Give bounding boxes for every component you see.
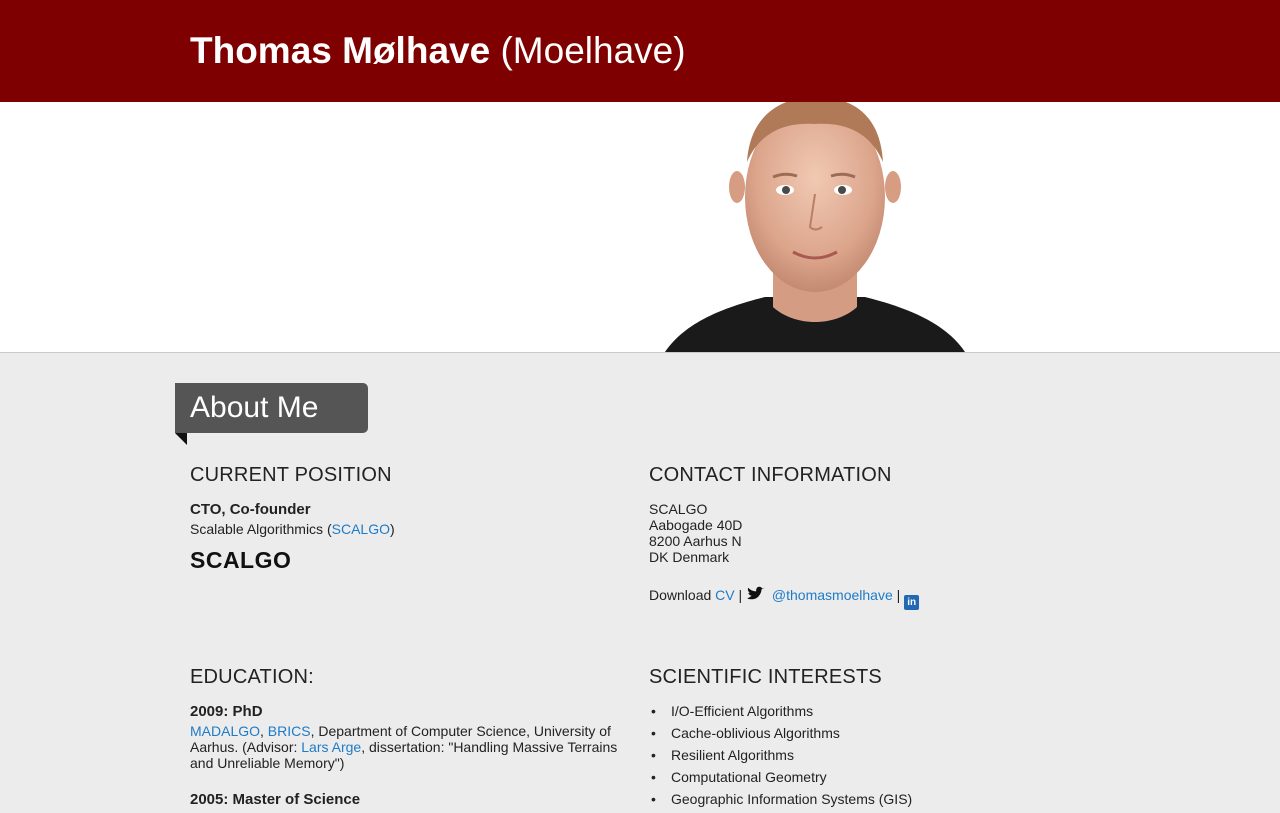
download-label: Download [649, 587, 712, 603]
hero-banner [0, 102, 1280, 353]
list-item: Computational Geometry [649, 769, 1079, 791]
education-list: 2009: PhD MADALGO, BRICS, Department of … [190, 703, 620, 809]
org-suffix: ) [389, 521, 395, 537]
about-tab-fold [175, 433, 187, 445]
contact-links: Download CV | @thomasmoelhave | in [649, 586, 1079, 610]
position-org: Scalable Algorithmics (SCALGO) [190, 521, 620, 537]
current-position-heading: CURRENT POSITION [190, 464, 392, 486]
education-title: 2005: Master of Science [190, 791, 361, 808]
contact-address: SCALGO Aabogade 40D 8200 Aarhus N DK Den… [649, 501, 1079, 565]
list-item: Geographic Information Systems (GIS) [649, 791, 1079, 813]
brics-link[interactable]: BRICS [268, 723, 311, 739]
page-title: Thomas Mølhave (Moelhave) [190, 30, 686, 72]
twitter-link[interactable]: @thomasmoelhave [772, 587, 893, 603]
address-line: 8200 Aarhus N [649, 533, 742, 549]
list-item: I/O-Efficient Algorithms [649, 703, 1079, 725]
name-alternate: (Moelhave) [500, 30, 686, 71]
scalgo-logo-text: SCALGO [190, 547, 292, 573]
interests-block: I/O-Efficient Algorithms Cache-oblivious… [649, 703, 1079, 813]
cv-link[interactable]: CV [715, 587, 734, 603]
interests-heading: SCIENTIFIC INTERESTS [649, 666, 882, 688]
about-me-label: About Me [190, 391, 319, 424]
list-item: Cache-oblivious Algorithms [649, 725, 1079, 747]
comma: , [260, 723, 264, 739]
scalgo-link[interactable]: SCALGO [332, 521, 390, 537]
linkedin-icon[interactable]: in [904, 595, 920, 610]
current-position-block: CTO, Co-founder Scalable Algorithmics (S… [190, 501, 620, 537]
site-header: Thomas Mølhave (Moelhave) [0, 0, 1280, 102]
separator: | [738, 587, 743, 603]
twitter-icon[interactable] [746, 586, 768, 602]
position-role: CTO, Co-founder [190, 501, 311, 518]
education-title: 2009: PhD [190, 703, 263, 720]
education-heading: EDUCATION: [190, 666, 314, 688]
about-me-tab: About Me [175, 383, 368, 433]
name-bold: Thomas Mølhave [190, 30, 491, 71]
address-line: DK Denmark [649, 549, 730, 565]
separator: | [896, 587, 901, 603]
org-prefix: Scalable Algorithmics ( [190, 521, 332, 537]
madalgo-link[interactable]: MADALGO [190, 723, 260, 739]
address-line: Aabogade 40D [649, 517, 743, 533]
address-line: SCALGO [649, 501, 708, 517]
interests-list: I/O-Efficient Algorithms Cache-oblivious… [649, 703, 1079, 813]
contact-heading: CONTACT INFORMATION [649, 464, 892, 486]
portrait-photo [665, 102, 965, 352]
scalgo-logo[interactable]: SCALGO [190, 547, 291, 573]
education-detail: MADALGO, BRICS, Department of Computer S… [190, 723, 620, 771]
advisor-link[interactable]: Lars Arge [301, 739, 361, 755]
list-item: Resilient Algorithms [649, 747, 1079, 769]
